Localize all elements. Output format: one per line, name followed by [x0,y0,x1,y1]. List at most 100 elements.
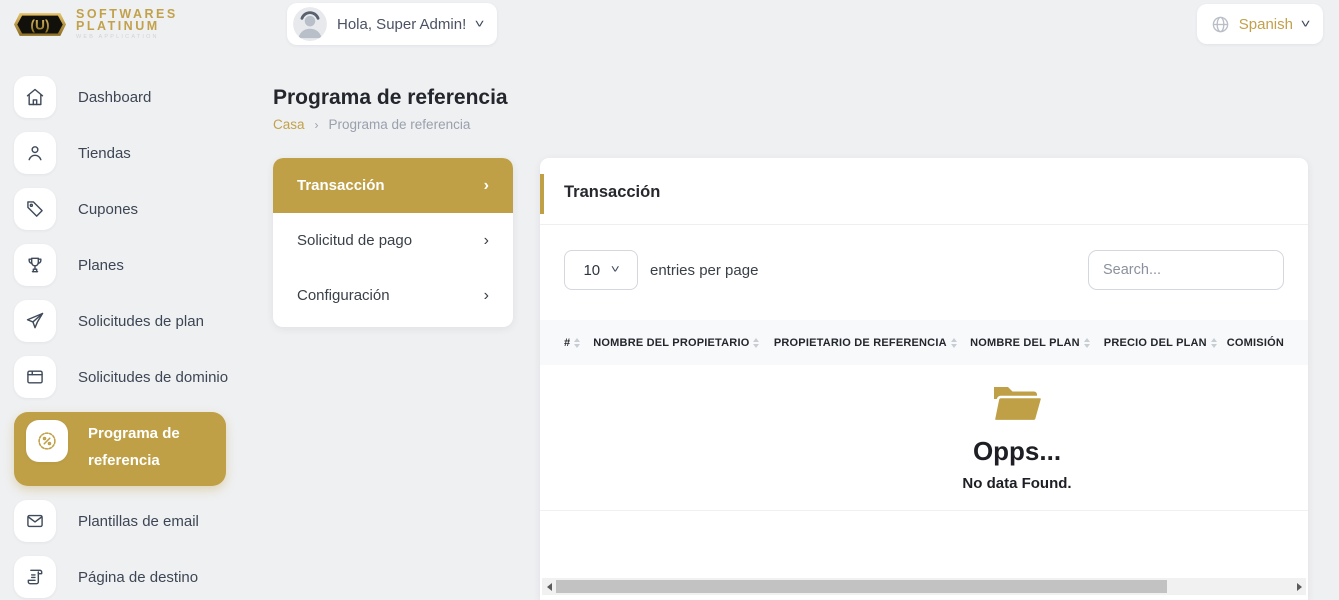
empty-title: Opps... [962,436,1071,467]
chevron-right-icon: › [315,118,319,132]
submenu-item-label: Solicitud de pago [297,232,412,249]
app-root: (U) SOFTWARES PLATINUM WEB APPLICATION H… [0,0,1339,600]
sidebar-item-label: Programa de referencia [88,425,180,469]
sort-icon [1084,338,1090,348]
table-header-row: # NOMBRE DEL PROPIETARIO PROPIETARIO DE … [540,320,1308,365]
sidebar-item-label: Solicitudes de dominio [78,369,228,386]
folder-open-icon [991,383,1043,425]
sidebar-item-label: Cupones [78,201,138,218]
submenu-item-label: Configuración [297,287,390,304]
sort-icon [951,338,957,348]
scrollbar-thumb[interactable] [556,580,1167,593]
sidebar-item-solicitudes-dominio[interactable]: Solicitudes de dominio [14,356,250,398]
breadcrumb-current: Programa de referencia [329,117,471,132]
sidebar-item-solicitudes-plan[interactable]: Solicitudes de plan [14,300,250,342]
column-header-label: NOMBRE DEL PROPIETARIO [593,337,749,349]
sidebar-item-label: Página de destino [78,569,198,586]
column-header-nombre-propietario[interactable]: NOMBRE DEL PROPIETARIO [593,337,774,349]
greeting-text: Hola, Super Admin! [337,16,466,33]
entries-per-page-select[interactable]: 10 ˅ [564,250,638,290]
sidebar-item-planes[interactable]: Planes [14,244,250,286]
empty-region: Opps... No data Found. [540,365,1308,511]
sidebar-item-dashboard[interactable]: Dashboard [14,76,250,118]
sidebar-item-plantillas-email[interactable]: Plantillas de email [14,500,250,542]
brand-name: SOFTWARES PLATINUM WEB APPLICATION [76,8,178,41]
horizontal-scrollbar[interactable] [542,578,1306,595]
home-icon [14,76,56,118]
search-input[interactable] [1088,250,1284,290]
user-menu[interactable]: Hola, Super Admin! ˅ [287,3,497,45]
sidebar-item-label: Tiendas [78,145,131,162]
chevron-down-icon: ˅ [1301,18,1311,30]
breadcrumb-home-link[interactable]: Casa [273,117,305,132]
sidebar-item-programa-referencia[interactable]: Programa de referencia [14,412,226,486]
sidebar: Dashboard Tiendas Cupones [0,48,250,600]
sidebar-item-label: Solicitudes de plan [78,313,204,330]
window-icon [14,356,56,398]
empty-state: Opps... No data Found. [962,383,1071,492]
sidebar-item-cupones[interactable]: Cupones [14,188,250,230]
brand-logo: (U) SOFTWARES PLATINUM WEB APPLICATION [14,8,269,41]
topbar: (U) SOFTWARES PLATINUM WEB APPLICATION H… [0,0,1339,48]
chevron-down-icon: ˅ [475,18,485,30]
entries-value: 10 [583,262,600,279]
chevron-right-icon: › [484,232,489,250]
tag-icon [14,188,56,230]
scroll-left-arrow[interactable] [542,578,556,595]
chevron-down-icon: ˅ [611,265,620,276]
entries-label: entries per page [650,262,758,279]
submenu-item-configuracion[interactable]: Configuración › [273,268,513,323]
column-header-propietario-referencia[interactable]: PROPIETARIO DE REFERENCIA [774,337,970,349]
column-header-nombre-plan[interactable]: NOMBRE DEL PLAN [970,337,1104,349]
brand-line2: PLATINUM [76,20,178,33]
column-header-label: COMISIÓN [1227,337,1284,349]
column-header-precio-plan[interactable]: PRECIO DEL PLAN [1104,337,1227,349]
submenu-item-label: Transacción [297,177,385,194]
column-header-label: PROPIETARIO DE REFERENCIA [774,337,947,349]
sidebar-item-pagina-destino[interactable]: Página de destino [14,556,250,598]
column-header-label: NOMBRE DEL PLAN [970,337,1080,349]
mail-icon [14,500,56,542]
svg-text:(U): (U) [30,16,49,32]
sidebar-item-label: Dashboard [78,89,151,106]
language-selector[interactable]: Spanish ˅ [1197,4,1323,44]
column-header-label: # [564,337,570,349]
sidebar-item-tiendas[interactable]: Tiendas [14,132,250,174]
transactions-panel: Transacción 10 ˅ entries per page [540,158,1308,600]
scrollbar-track[interactable] [556,578,1292,595]
user-icon [14,132,56,174]
trophy-icon [14,244,56,286]
sidebar-item-label: Plantillas de email [78,513,199,530]
chevron-right-icon: › [484,287,489,305]
submenu-item-transaccion[interactable]: Transacción › [273,158,513,213]
column-header-label: PRECIO DEL PLAN [1104,337,1207,349]
submenu-item-solicitud-pago[interactable]: Solicitud de pago › [273,213,513,268]
scroll-right-arrow[interactable] [1292,578,1306,595]
referral-submenu: Transacción › Solicitud de pago › Config… [273,158,513,327]
page-title: Programa de referencia [273,86,1308,110]
language-label: Spanish [1239,16,1293,33]
send-icon [14,300,56,342]
layout: Dashboard Tiendas Cupones [0,48,1339,600]
column-header-comision[interactable]: COMISIÓN [1227,337,1284,349]
breadcrumb: Casa › Programa de referencia [273,117,1308,132]
sidebar-item-label: Planes [78,257,124,274]
empty-subtitle: No data Found. [962,475,1071,492]
chevron-right-icon: › [484,177,489,195]
sort-icon [1211,338,1217,348]
table-controls: 10 ˅ entries per page [540,225,1308,320]
panel-header: Transacción [540,158,1308,225]
avatar [293,7,327,41]
scroll-icon [14,556,56,598]
brand-emblem-icon: (U) [14,8,66,41]
content: Programa de referencia Casa › Programa d… [250,48,1339,600]
content-body: Transacción › Solicitud de pago › Config… [273,158,1308,600]
badge-percent-icon [26,420,68,462]
brand-tagline: WEB APPLICATION [76,35,178,41]
column-header-index[interactable]: # [564,337,593,349]
panel-title: Transacción [564,183,1284,202]
entries-per-page: 10 ˅ entries per page [564,250,758,290]
globe-icon [1211,15,1230,34]
sort-icon [574,338,580,348]
sort-icon [753,338,759,348]
